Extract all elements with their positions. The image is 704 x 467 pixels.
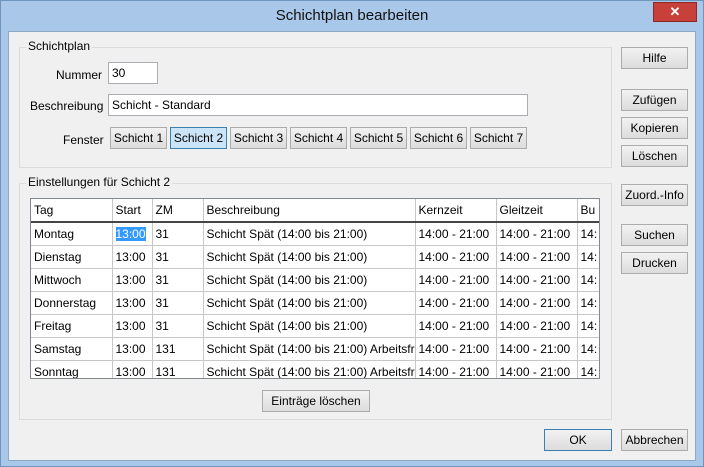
cell-gleitzeit[interactable]: 14:00 - 21:00: [496, 268, 578, 292]
cell-bu[interactable]: 14:: [577, 245, 599, 269]
tab-schicht-5[interactable]: Schicht 5: [350, 127, 407, 149]
table-row[interactable]: Freitag 13:00 31 Schicht Spät (14:00 bis…: [31, 314, 599, 338]
cell-start[interactable]: 13:00: [112, 360, 153, 378]
cell-zm[interactable]: 31: [152, 291, 204, 315]
tab-schicht-1[interactable]: Schicht 1: [110, 127, 167, 149]
window-title: Schichtplan bearbeiten: [275, 7, 429, 24]
beschreibung-input[interactable]: Schicht - Standard: [108, 94, 528, 116]
zufuegen-button[interactable]: Zufügen: [621, 89, 688, 111]
table-row[interactable]: Donnerstag 13:00 31 Schicht Spät (14:00 …: [31, 291, 599, 315]
cell-beschreibung[interactable]: Schicht Spät (14:00 bis 21:00): [203, 222, 416, 246]
drucken-button[interactable]: Drucken: [621, 252, 688, 274]
kopieren-button[interactable]: Kopieren: [621, 117, 688, 139]
cell-kernzeit[interactable]: 14:00 - 21:00: [415, 337, 497, 361]
column-header-tag[interactable]: Tag: [31, 199, 113, 223]
dialog-client-area: Schichtplan Nummer 30 Beschreibung Schic…: [8, 31, 696, 461]
cell-zm[interactable]: 31: [152, 222, 204, 246]
einstellungen-group-label: Einstellungen für Schicht 2: [26, 175, 173, 189]
column-header-beschreibung[interactable]: Beschreibung: [203, 199, 416, 223]
nummer-label: Nummer: [56, 68, 103, 82]
cell-start[interactable]: 13:00: [112, 314, 153, 338]
cell-tag[interactable]: Mittwoch: [31, 268, 113, 292]
cell-zm[interactable]: 131: [152, 360, 204, 378]
abbrechen-button[interactable]: Abbrechen: [621, 429, 688, 451]
table-row[interactable]: Samstag 13:00 131 Schicht Spät (14:00 bi…: [31, 337, 599, 361]
cell-zm[interactable]: 31: [152, 268, 204, 292]
beschreibung-label: Beschreibung: [30, 99, 104, 113]
cell-bu[interactable]: 14:: [577, 360, 599, 378]
cell-bu[interactable]: 14:: [577, 314, 599, 338]
close-icon[interactable]: ✕: [653, 2, 697, 22]
cell-tag[interactable]: Sonntag: [31, 360, 113, 378]
cell-gleitzeit[interactable]: 14:00 - 21:00: [496, 360, 578, 378]
cell-beschreibung[interactable]: Schicht Spät (14:00 bis 21:00): [203, 314, 416, 338]
cell-kernzeit[interactable]: 14:00 - 21:00: [415, 291, 497, 315]
cell-kernzeit[interactable]: 14:00 - 21:00: [415, 360, 497, 378]
cell-tag[interactable]: Montag: [31, 222, 113, 246]
cell-bu[interactable]: 14:: [577, 222, 599, 246]
cell-beschreibung[interactable]: Schicht Spät (14:00 bis 21:00): [203, 245, 416, 269]
schedule-table-container[interactable]: Tag Start ZM Beschreibung Kernzeit Gleit…: [30, 198, 600, 379]
cell-kernzeit[interactable]: 14:00 - 21:00: [415, 245, 497, 269]
eintraege-loeschen-button[interactable]: Einträge löschen: [262, 390, 370, 412]
fenster-label: Fenster: [63, 133, 104, 147]
cell-gleitzeit[interactable]: 14:00 - 21:00: [496, 314, 578, 338]
cell-start[interactable]: 13:00: [112, 245, 153, 269]
table-row[interactable]: Dienstag 13:00 31 Schicht Spät (14:00 bi…: [31, 245, 599, 269]
cell-start[interactable]: 13:00: [112, 268, 153, 292]
cell-start-selected-text[interactable]: 13:00: [115, 227, 146, 241]
tab-schicht-6[interactable]: Schicht 6: [410, 127, 467, 149]
cell-start[interactable]: 13:00: [112, 291, 153, 315]
cell-start[interactable]: 13:00: [112, 222, 153, 246]
cell-zm[interactable]: 131: [152, 337, 204, 361]
cell-beschreibung[interactable]: Schicht Spät (14:00 bis 21:00) Arbeitsfr…: [203, 360, 416, 378]
cell-gleitzeit[interactable]: 14:00 - 21:00: [496, 337, 578, 361]
suchen-button[interactable]: Suchen: [621, 224, 688, 246]
schedule-table: Tag Start ZM Beschreibung Kernzeit Gleit…: [31, 199, 599, 378]
cell-kernzeit[interactable]: 14:00 - 21:00: [415, 222, 497, 246]
cell-kernzeit[interactable]: 14:00 - 21:00: [415, 314, 497, 338]
cell-beschreibung[interactable]: Schicht Spät (14:00 bis 21:00): [203, 291, 416, 315]
cell-gleitzeit[interactable]: 14:00 - 21:00: [496, 245, 578, 269]
title-bar[interactable]: Schichtplan bearbeiten ✕: [1, 1, 703, 31]
nummer-input[interactable]: 30: [108, 62, 158, 84]
column-header-bu[interactable]: Bu: [577, 199, 599, 223]
hilfe-button[interactable]: Hilfe: [621, 47, 688, 69]
cell-zm[interactable]: 31: [152, 314, 204, 338]
column-header-kernzeit[interactable]: Kernzeit: [415, 199, 497, 223]
cell-gleitzeit[interactable]: 14:00 - 21:00: [496, 291, 578, 315]
table-row[interactable]: Mittwoch 13:00 31 Schicht Spät (14:00 bi…: [31, 268, 599, 292]
ok-button[interactable]: OK: [544, 429, 612, 451]
column-header-zm[interactable]: ZM: [152, 199, 204, 223]
column-header-gleitzeit[interactable]: Gleitzeit: [496, 199, 578, 223]
schichtplan-group: Schichtplan Nummer 30 Beschreibung Schic…: [19, 39, 612, 168]
tab-schicht-3[interactable]: Schicht 3: [230, 127, 287, 149]
schichtplan-group-label: Schichtplan: [26, 39, 93, 53]
tab-schicht-7[interactable]: Schicht 7: [470, 127, 527, 149]
table-row[interactable]: Sonntag 13:00 131 Schicht Spät (14:00 bi…: [31, 360, 599, 378]
cell-tag[interactable]: Donnerstag: [31, 291, 113, 315]
dialog-window: Schichtplan bearbeiten ✕ Schichtplan Num…: [0, 0, 704, 467]
cell-tag[interactable]: Dienstag: [31, 245, 113, 269]
column-header-start[interactable]: Start: [112, 199, 153, 223]
cell-bu[interactable]: 14:: [577, 291, 599, 315]
cell-tag[interactable]: Freitag: [31, 314, 113, 338]
cell-bu[interactable]: 14:: [577, 337, 599, 361]
cell-beschreibung[interactable]: Schicht Spät (14:00 bis 21:00): [203, 268, 416, 292]
zuord-info-button[interactable]: Zuord.-Info: [621, 184, 688, 206]
loeschen-button[interactable]: Löschen: [621, 145, 688, 167]
cell-gleitzeit[interactable]: 14:00 - 21:00: [496, 222, 578, 246]
cell-tag[interactable]: Samstag: [31, 337, 113, 361]
cell-bu[interactable]: 14:: [577, 268, 599, 292]
cell-kernzeit[interactable]: 14:00 - 21:00: [415, 268, 497, 292]
tab-schicht-2[interactable]: Schicht 2: [170, 127, 227, 149]
table-row[interactable]: Montag 13:00 31 Schicht Spät (14:00 bis …: [31, 222, 599, 246]
cell-start[interactable]: 13:00: [112, 337, 153, 361]
cell-zm[interactable]: 31: [152, 245, 204, 269]
table-header-row: Tag Start ZM Beschreibung Kernzeit Gleit…: [31, 199, 599, 223]
tab-schicht-4[interactable]: Schicht 4: [290, 127, 347, 149]
cell-beschreibung[interactable]: Schicht Spät (14:00 bis 21:00) Arbeitsfr…: [203, 337, 416, 361]
